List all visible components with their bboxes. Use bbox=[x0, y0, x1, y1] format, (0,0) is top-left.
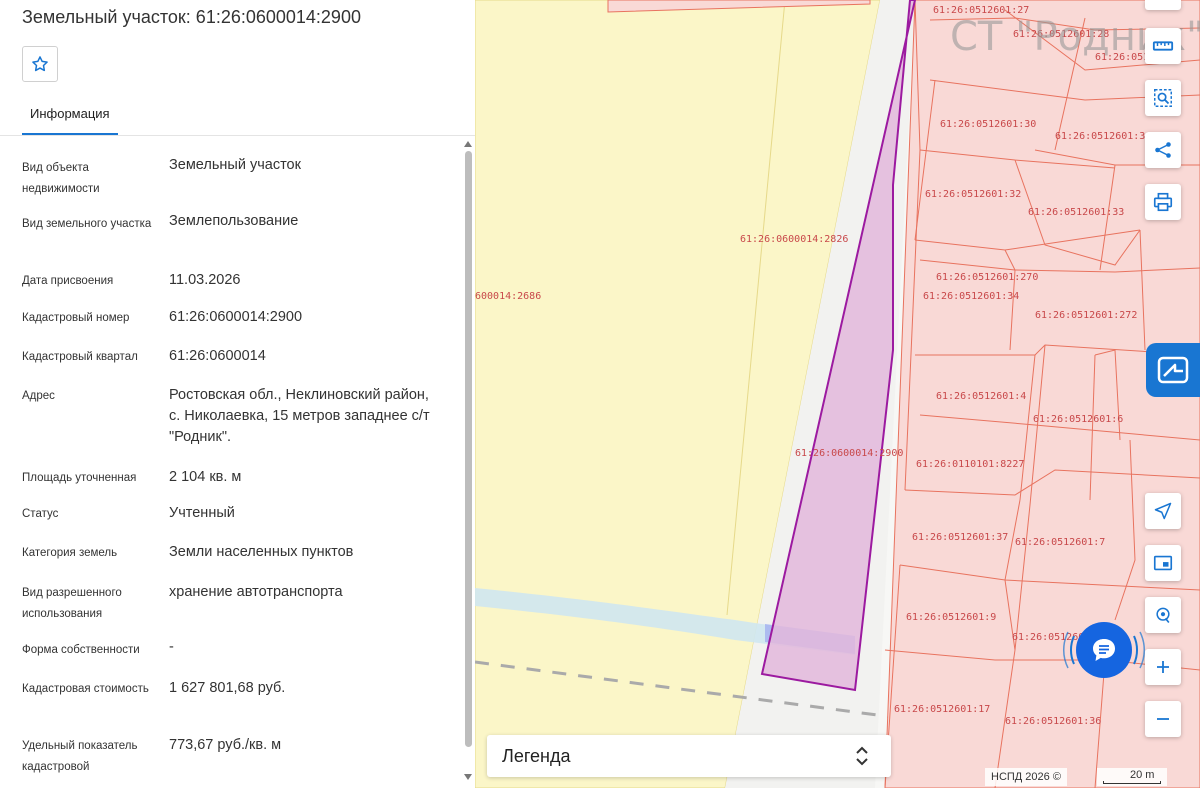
parcel-label: 61:26:0512601:36 bbox=[1005, 716, 1101, 727]
parcel-label: 61:26:0512601:9 bbox=[906, 612, 996, 623]
map-scale: 20 m bbox=[1097, 768, 1167, 786]
geolocation-button[interactable] bbox=[1145, 597, 1181, 633]
chevron-updown-icon bbox=[856, 746, 868, 766]
property-label: Форма собственности bbox=[22, 644, 140, 656]
info-panel: Земельный участок: 61:26:0600014:2900 Ин… bbox=[0, 0, 475, 788]
parcel-label: 61:26:0512601:272 bbox=[1035, 310, 1137, 321]
property-value: Землепользование bbox=[169, 213, 299, 229]
parcel-label: 61:26:0512601:31 bbox=[1055, 131, 1151, 142]
parcel-label: 61:26:0512601:7 bbox=[1015, 537, 1105, 548]
property-label: Кадастровая стоимость bbox=[22, 683, 149, 695]
property-label: Кадастровый квартал bbox=[22, 351, 138, 363]
property-label: Кадастровый номер bbox=[22, 312, 130, 324]
scroll-up-icon[interactable] bbox=[464, 141, 472, 147]
property-value: 773,67 руб./кв. м bbox=[169, 737, 282, 753]
pkk-button[interactable] bbox=[1146, 343, 1200, 397]
parcel-label: 61:26:0512601:34 bbox=[923, 291, 1019, 302]
parcel-label: 61:26:0512601:6 bbox=[1033, 414, 1123, 425]
parcel-label: 61:26:0512601:32 bbox=[925, 189, 1021, 200]
selection-search-icon bbox=[1154, 89, 1172, 107]
share-button[interactable] bbox=[1145, 132, 1181, 168]
select-area-button[interactable] bbox=[1145, 80, 1181, 116]
property-value: Ростовская обл., Неклиновский район, с. … bbox=[169, 387, 430, 445]
collapse-toolbar-button[interactable] bbox=[1145, 0, 1181, 10]
parcel-label: 61:26:0512601:33 bbox=[1028, 207, 1124, 218]
zoom-in-icon bbox=[1157, 661, 1169, 673]
favorite-button[interactable] bbox=[22, 46, 58, 82]
panel-title: Земельный участок: 61:26:0600014:2900 bbox=[22, 7, 361, 27]
print-button[interactable] bbox=[1145, 184, 1181, 220]
property-value: Учтенный bbox=[169, 505, 235, 521]
parcel-label: 61:26:0600014:2900 bbox=[795, 448, 903, 459]
property-value: 1 627 801,68 руб. bbox=[169, 680, 286, 696]
property-label: Вид объекта недвижимости bbox=[22, 162, 100, 195]
property-value: 11.03.2026 bbox=[169, 272, 241, 288]
zoom-out-icon bbox=[1157, 718, 1169, 720]
legend-dropdown[interactable]: Легенда bbox=[487, 735, 891, 777]
print-icon bbox=[1153, 192, 1173, 212]
ruler-button[interactable] bbox=[1145, 28, 1181, 64]
map-copyright: НСПД 2026 © bbox=[985, 768, 1067, 786]
share-icon bbox=[1155, 142, 1171, 158]
parcel-label: 61:26:0512601:270 bbox=[936, 272, 1038, 283]
zoom-out-button[interactable] bbox=[1145, 701, 1181, 737]
ruler-icon bbox=[1152, 41, 1174, 51]
property-label: Статус bbox=[22, 508, 59, 520]
scroll-down-icon[interactable] bbox=[464, 774, 472, 780]
minimap-icon bbox=[1153, 555, 1173, 571]
parcel-label: 61:26:0512601:17 bbox=[894, 704, 990, 715]
minimap-button[interactable] bbox=[1145, 545, 1181, 581]
property-value: 61:26:0600014:2900 bbox=[169, 309, 303, 325]
chat-button[interactable] bbox=[1076, 622, 1132, 678]
parcel-label: 600014:2686 bbox=[475, 291, 541, 302]
property-value: - bbox=[169, 639, 174, 655]
panel-scrollbar[interactable] bbox=[462, 138, 475, 788]
property-value: Земельный участок bbox=[169, 157, 301, 173]
star-icon bbox=[32, 56, 48, 72]
geolocation-icon bbox=[1156, 607, 1170, 624]
scale-bar bbox=[1103, 781, 1161, 784]
tab-information[interactable]: Информация bbox=[22, 92, 118, 135]
parcel-label: 61:26:0110101:8227 bbox=[916, 459, 1024, 470]
legend-label: Легенда bbox=[502, 746, 571, 766]
property-label: Адрес bbox=[22, 390, 55, 402]
property-value: 61:26:0600014 bbox=[169, 348, 266, 364]
property-label: Площадь уточненная bbox=[22, 472, 137, 484]
navigate-icon bbox=[1154, 502, 1172, 520]
property-value: Земли населенных пунктов bbox=[169, 544, 354, 560]
parcel-label: 61:26:0512601:4 bbox=[936, 391, 1026, 402]
navigate-button[interactable] bbox=[1145, 493, 1181, 529]
property-value: хранение автотранспорта bbox=[169, 584, 343, 600]
property-label: Дата присвоения bbox=[22, 275, 114, 287]
parcel-label: 61:26:0600014:2826 bbox=[740, 234, 848, 245]
property-value: 2 104 кв. м bbox=[169, 469, 242, 485]
scroll-thumb[interactable] bbox=[465, 151, 472, 747]
property-label: Категория земель bbox=[22, 547, 118, 559]
pkk-logo-icon bbox=[1157, 356, 1189, 384]
property-label: Удельный показатель кадастровой bbox=[22, 740, 138, 773]
chat-icon bbox=[1093, 639, 1115, 661]
tab-bar: Информация bbox=[0, 92, 475, 136]
property-label: Вид земельного участка bbox=[22, 218, 152, 230]
property-label: Вид разрешенного использования bbox=[22, 587, 122, 620]
parcel-label: 61:26:0512601:37 bbox=[912, 532, 1008, 543]
scale-label: 20 m bbox=[1130, 769, 1155, 781]
parcel-label: 61:26:0512601:30 bbox=[940, 119, 1036, 130]
zoom-in-button[interactable] bbox=[1145, 649, 1181, 685]
